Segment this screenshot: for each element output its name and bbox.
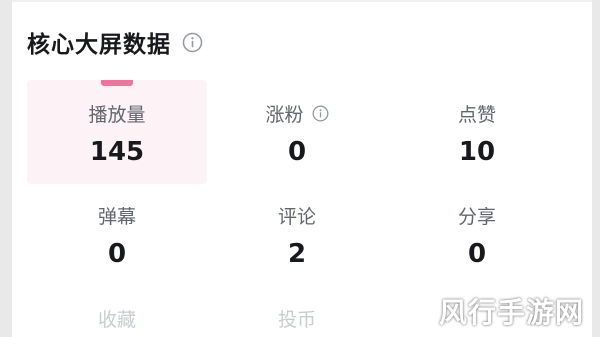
metric-label: 播放量 xyxy=(88,103,146,126)
watermark-text: 风行手游网 xyxy=(438,296,584,329)
metric-value: 0 xyxy=(287,137,307,167)
metric-favorites[interactable]: 收藏 xyxy=(27,305,207,331)
metric-value: 2 xyxy=(287,239,307,269)
metric-value: 10 xyxy=(458,137,496,167)
metric-value: 0 xyxy=(467,239,487,269)
metric-label: 收藏 xyxy=(97,308,136,331)
metric-new-fans[interactable]: 涨粉 0 xyxy=(207,80,387,170)
core-data-card: 核心大屏数据 播放量 145 涨粉 0 点赞 10 弹幕 0 评论 2 分享 0… xyxy=(12,0,592,337)
metric-likes[interactable]: 点赞 10 xyxy=(387,80,567,170)
metric-label-row: 涨粉 xyxy=(207,100,387,126)
metric-value: 145 xyxy=(89,137,145,167)
info-icon[interactable] xyxy=(181,31,203,53)
metric-comments[interactable]: 评论 2 xyxy=(207,202,387,272)
card-header: 核心大屏数据 xyxy=(27,24,203,60)
metric-label: 评论 xyxy=(277,205,316,228)
top-divider xyxy=(12,0,592,2)
metric-danmaku[interactable]: 弹幕 0 xyxy=(27,202,207,272)
metric-label: 弹幕 xyxy=(97,205,136,228)
metric-shares[interactable]: 分享 0 xyxy=(387,202,567,272)
metric-label: 投币 xyxy=(277,308,316,331)
metric-play-count[interactable]: 播放量 145 xyxy=(27,80,207,184)
active-indicator xyxy=(101,80,133,86)
metric-label: 涨粉 xyxy=(265,103,304,126)
metric-label: 点赞 xyxy=(457,103,496,126)
section-title: 核心大屏数据 xyxy=(27,32,171,58)
metric-coins[interactable]: 投币 xyxy=(207,305,387,331)
metric-label: 分享 xyxy=(457,205,496,228)
metric-value: 0 xyxy=(107,239,127,269)
info-icon[interactable] xyxy=(312,105,329,122)
